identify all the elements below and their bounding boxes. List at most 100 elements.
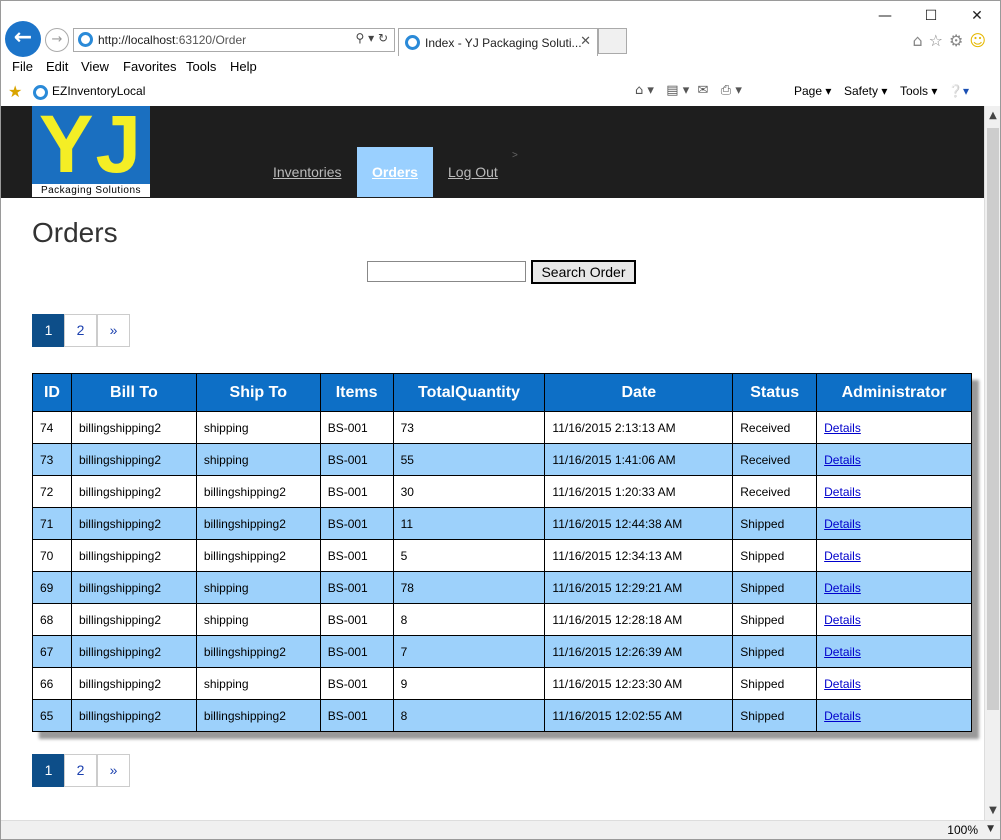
- column-header-administrator: Administrator: [816, 373, 972, 412]
- cell-items: BS-001: [319, 411, 394, 444]
- cell-status: Shipped: [732, 635, 818, 668]
- smiley-feedback-icon[interactable]: ☺: [969, 31, 992, 50]
- cell-date: 11/16/2015 1:20:33 AM: [544, 475, 734, 508]
- table-row: 69 billingshipping2 shipping BS-001 78 1…: [32, 571, 972, 604]
- cell-date: 11/16/2015 12:34:13 AM: [544, 539, 734, 572]
- tab-close-icon[interactable]: ✕: [580, 34, 591, 49]
- cell-administrator: Details: [816, 571, 972, 604]
- menu-favorites[interactable]: Favorites: [123, 59, 176, 74]
- nav-orders[interactable]: Orders: [357, 147, 433, 197]
- cell-id: 69: [32, 571, 72, 604]
- cell-id: 66: [32, 667, 72, 700]
- tab-title: Index - YJ Packaging Soluti...: [425, 36, 582, 50]
- close-icon[interactable]: ✕: [954, 3, 1000, 29]
- cell-bill-to: billingshipping2: [70, 507, 197, 540]
- cell-date: 11/16/2015 1:41:06 AM: [544, 443, 734, 476]
- gear-icon[interactable]: ⚙: [949, 31, 969, 50]
- details-link[interactable]: Details: [824, 549, 861, 563]
- scroll-up-icon[interactable]: ▲: [985, 106, 1000, 124]
- details-link[interactable]: Details: [824, 453, 861, 467]
- site-header: YJ Packaging Solutions Inventories Order…: [1, 106, 984, 198]
- details-link[interactable]: Details: [824, 645, 861, 659]
- page-link-2[interactable]: 2: [64, 314, 97, 347]
- menu-bar: File Edit View Favorites Tools Help: [1, 59, 1000, 79]
- cell-ship-to: shipping: [195, 571, 321, 604]
- cell-ship-to: billingshipping2: [195, 475, 321, 508]
- forward-button-icon[interactable]: →: [45, 28, 69, 52]
- minimize-icon[interactable]: —: [862, 3, 908, 29]
- cell-bill-to: billingshipping2: [70, 539, 197, 572]
- favorites-add-icon[interactable]: ★: [8, 82, 22, 101]
- details-link[interactable]: Details: [824, 709, 861, 723]
- table-row: 67 billingshipping2 billingshipping2 BS-…: [32, 635, 972, 668]
- cell-administrator: Details: [816, 443, 972, 476]
- back-button-icon[interactable]: ←: [5, 21, 41, 57]
- cell-items: BS-001: [319, 699, 394, 732]
- new-tab-button[interactable]: [598, 28, 627, 54]
- command-tools-menu[interactable]: Tools ▾: [900, 84, 937, 98]
- page-link-next[interactable]: »: [97, 314, 130, 347]
- logo-caption: Packaging Solutions: [32, 184, 150, 197]
- scroll-down-icon[interactable]: ▼: [985, 802, 1000, 820]
- scroll-thumb[interactable]: [987, 128, 999, 710]
- cell-items: BS-001: [319, 507, 394, 540]
- cell-items: BS-001: [319, 475, 394, 508]
- details-link[interactable]: Details: [824, 677, 861, 691]
- browser-tab-active[interactable]: Index - YJ Packaging Soluti... ✕: [398, 28, 598, 56]
- zoom-level[interactable]: 100%: [947, 823, 978, 837]
- menu-edit[interactable]: Edit: [46, 59, 68, 74]
- menu-view[interactable]: View: [81, 59, 109, 74]
- address-url[interactable]: http://localhost:63120/Order: [98, 33, 246, 47]
- command-bar-icons[interactable]: ⌂ ▾ ▤ ▾ ✉ ⎙ ▾: [635, 83, 742, 98]
- favorite-link[interactable]: EZInventoryLocal: [52, 84, 145, 98]
- cell-items: BS-001: [319, 571, 394, 604]
- site-logo[interactable]: YJ Packaging Solutions: [32, 106, 150, 197]
- cell-items: BS-001: [319, 443, 394, 476]
- cell-administrator: Details: [816, 475, 972, 508]
- cell-date: 11/16/2015 12:26:39 AM: [544, 635, 734, 668]
- menu-file[interactable]: File: [12, 59, 33, 74]
- favorites-star-icon[interactable]: ☆: [929, 31, 949, 50]
- column-header-ship-to: Ship To: [195, 373, 321, 412]
- table-row: 65 billingshipping2 billingshipping2 BS-…: [32, 699, 972, 732]
- details-link[interactable]: Details: [824, 613, 861, 627]
- cell-ship-to: shipping: [195, 443, 321, 476]
- cell-administrator: Details: [816, 603, 972, 636]
- search-order-button[interactable]: Search Order: [531, 260, 636, 284]
- cell-bill-to: billingshipping2: [70, 571, 197, 604]
- page-link-1[interactable]: 1: [32, 754, 65, 787]
- cell-id: 70: [32, 539, 72, 572]
- page-viewport: YJ Packaging Solutions Inventories Order…: [1, 106, 984, 820]
- cell-items: BS-001: [319, 635, 394, 668]
- maximize-icon[interactable]: ☐: [908, 3, 954, 29]
- page-title: Orders: [32, 217, 118, 248]
- cell-status: Shipped: [732, 571, 818, 604]
- vertical-scrollbar[interactable]: ▲ ▼: [984, 106, 1000, 820]
- cell-total-quantity: 9: [392, 667, 546, 700]
- details-link[interactable]: Details: [824, 421, 861, 435]
- nav-inventories[interactable]: Inventories: [273, 147, 341, 197]
- cell-id: 71: [32, 507, 72, 540]
- ie-tab-icon: [405, 35, 420, 50]
- command-page-menu[interactable]: Page ▾: [794, 84, 831, 98]
- cell-status: Shipped: [732, 603, 818, 636]
- address-bar[interactable]: http://localhost:63120/Order ⚲ ▾ ↻: [73, 28, 395, 52]
- details-link[interactable]: Details: [824, 517, 861, 531]
- cell-total-quantity: 78: [392, 571, 546, 604]
- cell-ship-to: billingshipping2: [195, 539, 321, 572]
- details-link[interactable]: Details: [824, 485, 861, 499]
- zoom-dropdown-icon[interactable]: ▼: [987, 824, 994, 834]
- command-safety-menu[interactable]: Safety ▾: [844, 84, 887, 98]
- menu-tools[interactable]: Tools: [186, 59, 216, 74]
- help-icon[interactable]: ❔▾: [948, 84, 969, 98]
- nav-logout[interactable]: Log Out: [448, 147, 498, 197]
- search-input[interactable]: [367, 261, 526, 282]
- menu-help[interactable]: Help: [230, 59, 257, 74]
- page-link-2[interactable]: 2: [64, 754, 97, 787]
- cell-bill-to: billingshipping2: [70, 635, 197, 668]
- address-search-refresh-icons[interactable]: ⚲ ▾ ↻: [356, 31, 389, 45]
- page-link-next[interactable]: »: [97, 754, 130, 787]
- details-link[interactable]: Details: [824, 581, 861, 595]
- page-link-1[interactable]: 1: [32, 314, 65, 347]
- home-icon[interactable]: ⌂: [912, 31, 928, 50]
